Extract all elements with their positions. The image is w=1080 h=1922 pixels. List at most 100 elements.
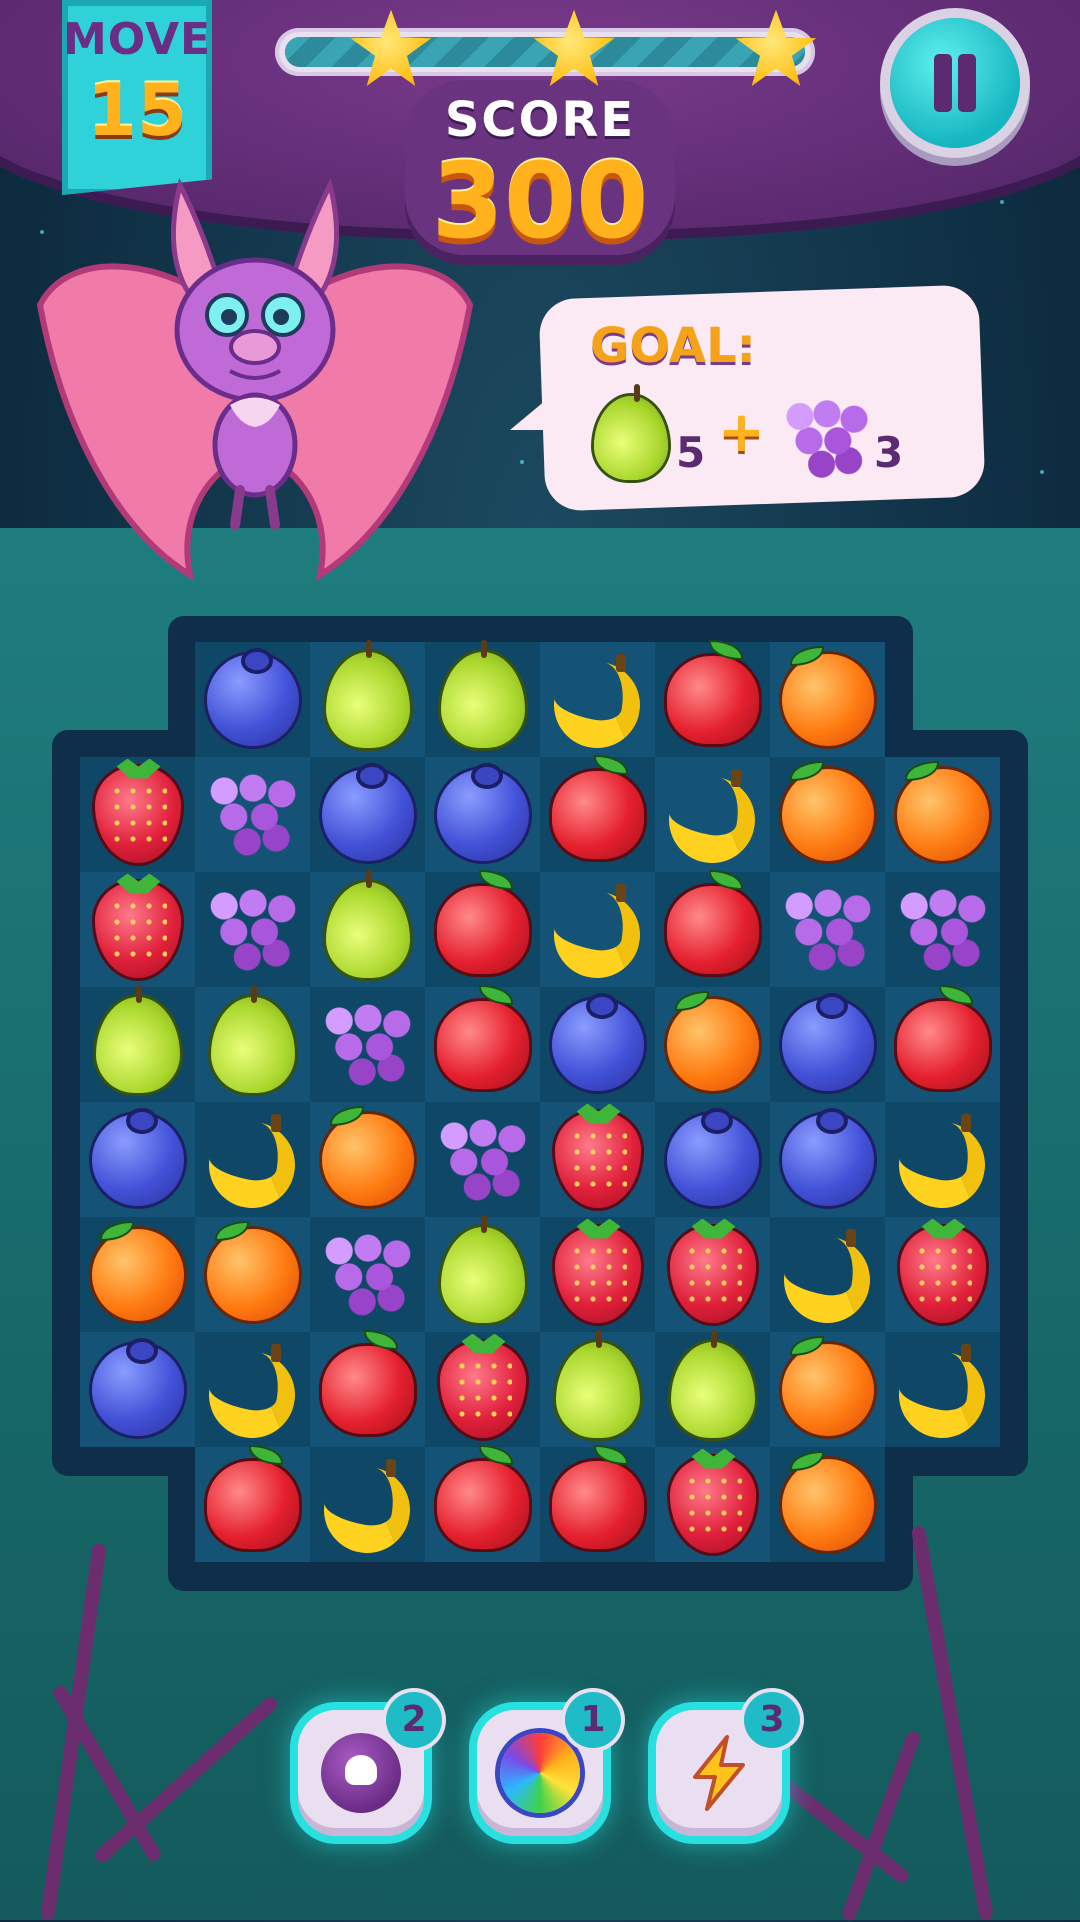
- board-cell[interactable]: [885, 986, 1000, 1102]
- strawberry-icon[interactable]: [94, 881, 181, 978]
- banana-icon[interactable]: [320, 1457, 416, 1553]
- board-cell[interactable]: [80, 1332, 195, 1447]
- orange-icon[interactable]: [666, 992, 759, 1091]
- board-cell[interactable]: [770, 642, 885, 757]
- blueberry-icon[interactable]: [781, 1107, 874, 1206]
- board-cell[interactable]: [885, 1217, 1000, 1332]
- board-cell[interactable]: [425, 757, 540, 872]
- pear-icon[interactable]: [210, 984, 295, 1093]
- blueberry-icon[interactable]: [206, 647, 299, 746]
- orange-icon[interactable]: [896, 762, 989, 861]
- board-cell[interactable]: [655, 1217, 770, 1332]
- board-cell[interactable]: [885, 872, 1000, 987]
- pause-button[interactable]: [890, 18, 1020, 148]
- blueberry-icon[interactable]: [551, 992, 644, 1091]
- board-cell[interactable]: [310, 639, 425, 757]
- grape-icon[interactable]: [319, 996, 416, 1093]
- board-cell[interactable]: [80, 984, 195, 1102]
- board-cell[interactable]: [425, 986, 540, 1102]
- orange-icon[interactable]: [781, 647, 874, 746]
- board-cell[interactable]: [885, 1332, 1000, 1447]
- board-cell[interactable]: [425, 1332, 540, 1447]
- board-cell[interactable]: [655, 1447, 770, 1562]
- board-cell[interactable]: [540, 642, 655, 757]
- pear-icon[interactable]: [670, 1329, 755, 1438]
- blueberry-icon[interactable]: [436, 762, 529, 861]
- banana-icon[interactable]: [550, 652, 646, 748]
- blueberry-icon[interactable]: [321, 762, 414, 861]
- board-cell[interactable]: [425, 1214, 540, 1332]
- board-cell[interactable]: [195, 984, 310, 1102]
- board-cell[interactable]: [770, 1102, 885, 1217]
- board-cell[interactable]: [425, 1102, 540, 1217]
- board-cell[interactable]: [540, 987, 655, 1102]
- bomb-booster-button[interactable]: 2: [298, 1692, 442, 1836]
- board-cell[interactable]: [770, 987, 885, 1102]
- board-cell[interactable]: [770, 1447, 885, 1562]
- board-cell[interactable]: [310, 1331, 425, 1447]
- board-cell[interactable]: [195, 1102, 310, 1217]
- apple-icon[interactable]: [436, 1446, 529, 1549]
- board-cell[interactable]: [80, 1217, 195, 1332]
- board-cell[interactable]: [310, 987, 425, 1102]
- board-cell[interactable]: [655, 1329, 770, 1447]
- apple-icon[interactable]: [206, 1446, 299, 1549]
- apple-icon[interactable]: [896, 986, 989, 1089]
- strawberry-icon[interactable]: [94, 766, 181, 863]
- banana-icon[interactable]: [205, 1112, 301, 1208]
- board-cell[interactable]: [770, 1332, 885, 1447]
- banana-icon[interactable]: [895, 1342, 991, 1438]
- banana-icon[interactable]: [205, 1342, 301, 1438]
- grape-icon[interactable]: [779, 881, 876, 978]
- banana-icon[interactable]: [665, 767, 761, 863]
- game-board[interactable]: [80, 639, 1000, 1562]
- grape-icon[interactable]: [434, 1111, 531, 1208]
- board-cell[interactable]: [540, 1329, 655, 1447]
- pear-icon[interactable]: [95, 984, 180, 1093]
- grape-icon[interactable]: [204, 881, 301, 978]
- banana-icon[interactable]: [550, 882, 646, 978]
- board-cell[interactable]: [540, 1446, 655, 1562]
- blueberry-icon[interactable]: [91, 1337, 184, 1436]
- pear-icon[interactable]: [440, 639, 525, 748]
- board-cell[interactable]: [655, 1102, 770, 1217]
- board-cell[interactable]: [80, 872, 195, 987]
- strawberry-icon[interactable]: [669, 1226, 756, 1323]
- strawberry-icon[interactable]: [439, 1341, 526, 1438]
- grape-icon[interactable]: [894, 881, 991, 978]
- potion-booster-button[interactable]: 1: [477, 1692, 621, 1836]
- orange-icon[interactable]: [781, 1337, 874, 1436]
- board-cell[interactable]: [885, 757, 1000, 872]
- orange-icon[interactable]: [781, 762, 874, 861]
- banana-icon[interactable]: [895, 1112, 991, 1208]
- board-cell[interactable]: [195, 872, 310, 987]
- orange-icon[interactable]: [206, 1222, 299, 1321]
- grape-icon[interactable]: [319, 1226, 416, 1323]
- apple-icon[interactable]: [551, 1446, 644, 1549]
- board-cell[interactable]: [310, 1447, 425, 1562]
- lightning-booster-button[interactable]: 3: [656, 1692, 800, 1836]
- pear-icon[interactable]: [440, 1214, 525, 1323]
- board-cell[interactable]: [770, 757, 885, 872]
- apple-icon[interactable]: [321, 1331, 414, 1434]
- blueberry-icon[interactable]: [781, 992, 874, 1091]
- board-cell[interactable]: [425, 871, 540, 987]
- board-cell[interactable]: [195, 1217, 310, 1332]
- pear-icon[interactable]: [325, 639, 410, 748]
- apple-icon[interactable]: [551, 756, 644, 859]
- apple-icon[interactable]: [666, 641, 759, 744]
- strawberry-icon[interactable]: [554, 1226, 641, 1323]
- board-cell[interactable]: [310, 757, 425, 872]
- board-cell[interactable]: [540, 756, 655, 872]
- orange-icon[interactable]: [781, 1452, 874, 1551]
- blueberry-icon[interactable]: [666, 1107, 759, 1206]
- board-cell[interactable]: [80, 1102, 195, 1217]
- board-cell[interactable]: [310, 1217, 425, 1332]
- pear-icon[interactable]: [555, 1329, 640, 1438]
- board-cell[interactable]: [655, 641, 770, 757]
- board-cell[interactable]: [770, 872, 885, 987]
- board-cell[interactable]: [310, 869, 425, 987]
- board-cell[interactable]: [655, 987, 770, 1102]
- board-cell[interactable]: [885, 1102, 1000, 1217]
- board-cell[interactable]: [540, 872, 655, 987]
